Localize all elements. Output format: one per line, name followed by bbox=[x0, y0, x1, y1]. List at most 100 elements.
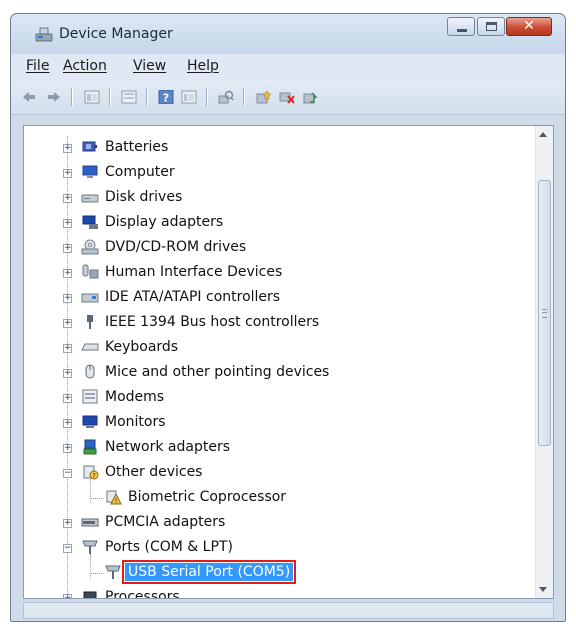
disk-drive-icon bbox=[81, 194, 99, 203]
port-icon bbox=[105, 565, 121, 579]
disable-device-icon[interactable] bbox=[279, 90, 295, 104]
details-pane-icon[interactable] bbox=[181, 90, 197, 104]
tree-item-ports-com-lpt[interactable]: − Ports (COM & LPT) bbox=[24, 536, 504, 561]
tree-item-label: PCMCIA adapters bbox=[105, 514, 226, 530]
maximize-button[interactable] bbox=[477, 17, 505, 36]
expand-icon[interactable]: + bbox=[63, 519, 72, 528]
tree-item-label: IEEE 1394 Bus host controllers bbox=[105, 314, 320, 330]
expand-icon[interactable]: + bbox=[63, 219, 72, 228]
network-adapter-icon bbox=[83, 439, 97, 455]
unknown-device-icon: ? bbox=[83, 465, 99, 480]
monitor-icon bbox=[82, 415, 98, 428]
close-icon: ✕ bbox=[523, 18, 535, 34]
properties-icon[interactable] bbox=[84, 90, 100, 104]
port-icon bbox=[82, 540, 98, 554]
battery-icon bbox=[82, 141, 97, 152]
expand-icon[interactable]: + bbox=[63, 594, 72, 598]
tree-item-monitors[interactable]: + Monitors bbox=[24, 411, 504, 436]
expand-icon[interactable]: + bbox=[63, 244, 72, 253]
svg-text:?: ? bbox=[92, 472, 96, 480]
close-button[interactable]: ✕ bbox=[506, 17, 552, 36]
tree-item-ide-ata-atapi-controllers[interactable]: + IDE ATA/ATAPI controllers bbox=[24, 286, 504, 311]
tree-item-processors[interactable]: + Processors bbox=[24, 586, 504, 599]
forward-arrow-icon[interactable] bbox=[46, 90, 62, 104]
keyboard-icon bbox=[81, 343, 99, 351]
minimize-button[interactable] bbox=[447, 17, 475, 36]
menu-bar: File Action View Help bbox=[11, 54, 565, 80]
tree-item-label: Mice and other pointing devices bbox=[105, 364, 330, 380]
processor-icon bbox=[83, 591, 97, 598]
expand-icon[interactable]: + bbox=[63, 194, 72, 203]
scroll-down-icon[interactable] bbox=[539, 587, 547, 592]
tree-item-keyboards[interactable]: + Keyboards bbox=[24, 336, 504, 361]
tree-item-label: Keyboards bbox=[105, 339, 179, 355]
dvd-drive-icon bbox=[81, 239, 99, 255]
minimize-icon bbox=[457, 29, 467, 32]
scrollbar-thumb[interactable] bbox=[538, 180, 551, 446]
tree-item-network-adapters[interactable]: + Network adapters bbox=[24, 436, 504, 461]
tree-item-human-interface-devices[interactable]: + Human Interface Devices bbox=[24, 261, 504, 286]
menu-view[interactable]: View bbox=[133, 58, 166, 74]
expand-icon[interactable]: + bbox=[63, 444, 72, 453]
tree-item-label: Other devices bbox=[105, 464, 203, 480]
tree-item-other-devices[interactable]: − ? Other devices bbox=[24, 461, 504, 486]
expand-icon[interactable]: + bbox=[63, 169, 72, 178]
tree-item-usb-serial-port-com5[interactable]: USB Serial Port (COM5) bbox=[24, 560, 504, 586]
modem-icon bbox=[82, 389, 98, 404]
collapse-icon[interactable]: − bbox=[63, 469, 72, 478]
mouse-icon bbox=[85, 364, 95, 379]
tree-item-batteries[interactable]: + Batteries bbox=[24, 136, 504, 161]
expand-icon[interactable]: + bbox=[63, 269, 72, 278]
tree-item-label: IDE ATA/ATAPI controllers bbox=[105, 289, 281, 305]
display-adapter-icon bbox=[82, 215, 98, 229]
tree-item-label: Monitors bbox=[105, 414, 166, 430]
tree-item-label: DVD/CD-ROM drives bbox=[105, 239, 247, 255]
tree-item-label: Computer bbox=[105, 164, 175, 180]
vertical-scrollbar[interactable] bbox=[535, 126, 553, 598]
tree-item-dvd-cd-rom-drives[interactable]: + DVD/CD-ROM drives bbox=[24, 236, 504, 261]
help-icon[interactable]: ? bbox=[158, 90, 174, 104]
expand-icon[interactable]: + bbox=[63, 344, 72, 353]
expand-icon[interactable]: + bbox=[63, 319, 72, 328]
expand-icon[interactable]: + bbox=[63, 419, 72, 428]
window-title: Device Manager bbox=[59, 26, 173, 42]
collapse-icon[interactable]: − bbox=[63, 544, 72, 553]
tree-item-label: Disk drives bbox=[105, 189, 183, 205]
tree-item-modems[interactable]: + Modems bbox=[24, 386, 504, 411]
scroll-up-icon[interactable] bbox=[539, 132, 547, 137]
maximize-icon bbox=[486, 22, 497, 31]
tree-item-pcmcia-adapters[interactable]: + PCMCIA adapters bbox=[24, 511, 504, 536]
device-manager-app-icon bbox=[35, 27, 53, 42]
pcmcia-icon bbox=[81, 518, 99, 527]
menu-file[interactable]: File bbox=[26, 58, 49, 74]
tree-item-mice-and-other-pointing-devices[interactable]: + Mice and other pointing devices bbox=[24, 361, 504, 386]
show-hide-console-tree-icon[interactable] bbox=[121, 90, 137, 104]
tree-item-disk-drives[interactable]: + Disk drives bbox=[24, 186, 504, 211]
scan-hardware-icon[interactable] bbox=[218, 90, 234, 104]
svg-text:!: ! bbox=[115, 497, 118, 505]
tree-item-label: Ports (COM & LPT) bbox=[105, 539, 233, 555]
back-arrow-icon[interactable] bbox=[21, 90, 37, 104]
menu-action[interactable]: Action bbox=[63, 58, 107, 74]
tree-item-ieee-1394-bus-host-controllers[interactable]: + IEEE 1394 Bus host controllers bbox=[24, 311, 504, 336]
expand-icon[interactable]: + bbox=[63, 294, 72, 303]
menu-help[interactable]: Help bbox=[187, 58, 219, 74]
expand-icon[interactable]: + bbox=[63, 394, 72, 403]
hid-icon bbox=[82, 264, 99, 279]
computer-icon bbox=[82, 165, 98, 178]
selected-tree-item-label: USB Serial Port (COM5) bbox=[121, 560, 297, 584]
svg-text:?: ? bbox=[163, 92, 169, 105]
uninstall-device-icon[interactable] bbox=[303, 90, 319, 104]
tree-item-label: Biometric Coprocessor bbox=[128, 489, 287, 505]
warning-device-icon: ! bbox=[106, 490, 122, 505]
tree-item-biometric-coprocessor[interactable]: ! Biometric Coprocessor bbox=[24, 486, 504, 511]
tree-item-computer[interactable]: + Computer bbox=[24, 161, 504, 186]
tree-item-label: Processors bbox=[105, 589, 180, 599]
grip-icon bbox=[542, 309, 547, 318]
expand-icon[interactable]: + bbox=[63, 369, 72, 378]
device-tree[interactable]: + Batteries + Computer + Disk drives + D… bbox=[23, 125, 554, 599]
title-bar[interactable]: Device Manager ✕ bbox=[11, 14, 565, 54]
tree-item-display-adapters[interactable]: + Display adapters bbox=[24, 211, 504, 236]
expand-icon[interactable]: + bbox=[63, 144, 72, 153]
update-driver-icon[interactable] bbox=[256, 90, 272, 104]
